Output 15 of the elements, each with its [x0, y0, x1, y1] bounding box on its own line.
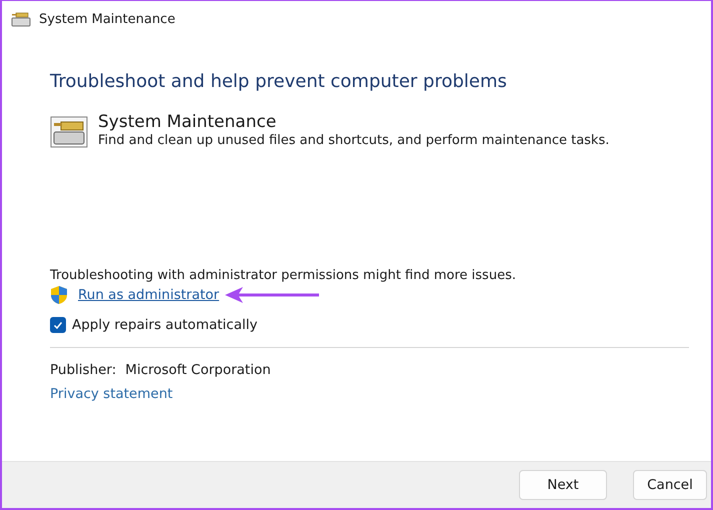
checkbox-label: Apply repairs automatically [72, 317, 258, 333]
run-as-administrator-link[interactable]: Run as administrator [78, 287, 220, 303]
publisher-value: Microsoft Corporation [125, 362, 271, 378]
task-description: Find and clean up unused files and shortcuts, and perform maintenance tasks. [98, 133, 610, 148]
page-heading: Troubleshoot and help prevent computer problems [50, 71, 508, 92]
check-icon [52, 319, 64, 331]
shield-icon [50, 285, 68, 305]
dialog-button[interactable]: Next [519, 470, 607, 500]
privacy-link[interactable]: Privacy statement [50, 386, 173, 402]
admin-note: Troubleshooting with administrator permissions might find more issues. [50, 268, 517, 283]
task-title: System Maintenance [98, 112, 278, 132]
dialog-button[interactable]: Cancel [633, 470, 707, 500]
window-title: System Maintenance [39, 12, 176, 26]
publisher-label: Publisher: [50, 362, 116, 378]
checkbox[interactable] [50, 317, 66, 333]
